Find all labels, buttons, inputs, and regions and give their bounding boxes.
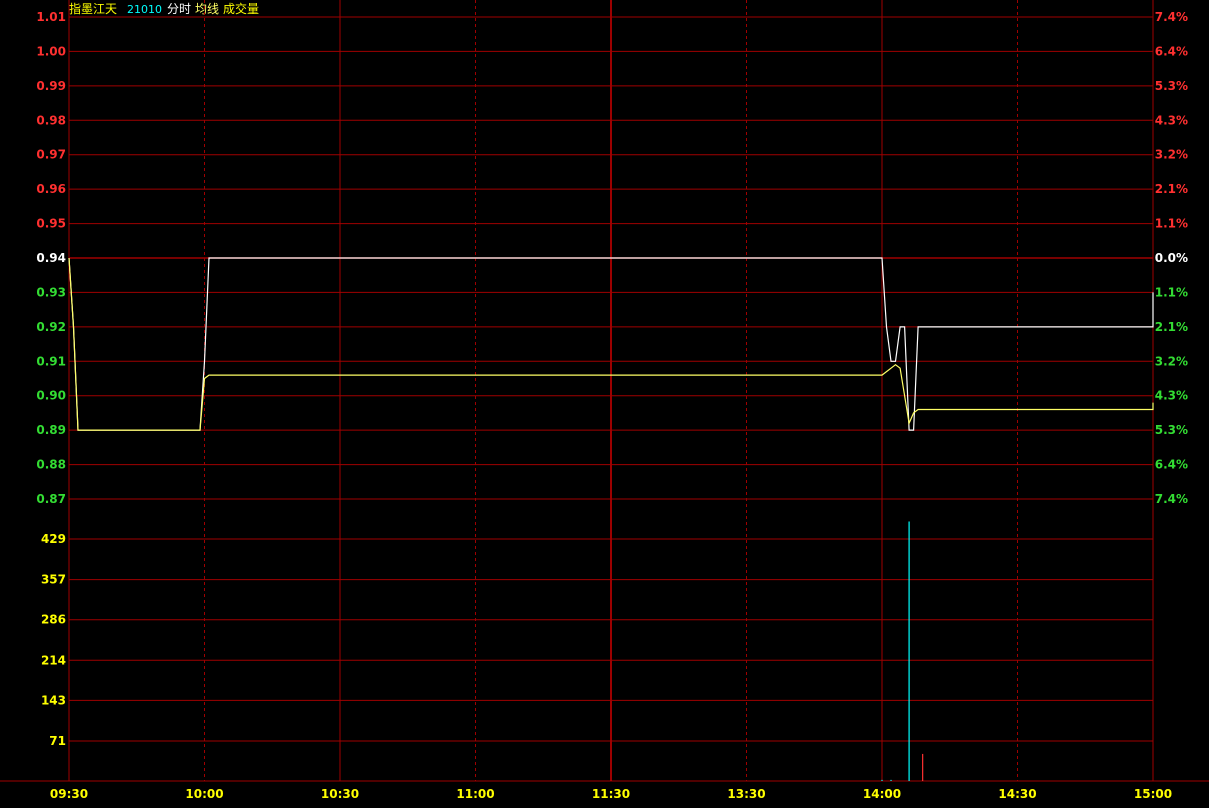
percent-tick-label: 3.2%: [1155, 148, 1188, 162]
time-tick-label: 09:30: [50, 787, 88, 801]
time-tick-label: 10:00: [185, 787, 223, 801]
price-tick-label: 0.90: [36, 389, 66, 403]
price-tick-label: 0.89: [36, 423, 66, 437]
intraday-chart: 指墨江天 21010 分时 均线 成交量 09:30 10:00 10:30 11:0…: [0, 0, 1209, 804]
price-tick-label: 0.88: [36, 458, 66, 472]
price-tick-label: 1.00: [36, 44, 66, 58]
time-tick-label: 10:30: [321, 787, 359, 801]
percent-tick-label: 7.4%: [1155, 10, 1188, 24]
volume-tick-label: 429: [41, 532, 66, 546]
volume-tick-label: 214: [41, 653, 66, 667]
volume-tick-label: 143: [41, 693, 66, 707]
percent-tick-label: 1.1%: [1155, 285, 1188, 299]
price-tick-label: 0.99: [36, 79, 66, 93]
time-tick-label: 11:30: [592, 787, 630, 801]
intraday-chart-svg: 指墨江天 21010 分时 均线 成交量 09:30 10:00 10:30 11:0…: [0, 0, 1209, 804]
percent-tick-label: 5.3%: [1155, 423, 1188, 437]
percent-tick-label: 2.1%: [1155, 320, 1188, 334]
percent-tick-label: 4.3%: [1155, 113, 1188, 127]
price-tick-label: 0.93: [36, 285, 66, 299]
price-tick-label: 0.92: [36, 320, 66, 334]
price-tick-label: 0.91: [36, 354, 66, 368]
volume-tick-label: 286: [41, 613, 66, 627]
percent-tick-label: 1.1%: [1155, 217, 1188, 231]
price-tick-label: 0.95: [36, 217, 66, 231]
price-tick-label: 0.87: [36, 492, 66, 506]
stock-code: 21010: [127, 3, 162, 16]
price-tick-label: 0.97: [36, 148, 66, 162]
time-tick-label: 15:00: [1134, 787, 1172, 801]
time-tick-label: 13:30: [727, 787, 765, 801]
price-tick-label: 0.94: [36, 251, 66, 265]
percent-tick-label: 7.4%: [1155, 492, 1188, 506]
time-tick-label: 14:30: [998, 787, 1036, 801]
percent-tick-label: 2.1%: [1155, 182, 1188, 196]
percent-tick-label: 4.3%: [1155, 389, 1188, 403]
price-tick-label: 0.98: [36, 113, 66, 127]
volume-tick-label: 71: [49, 734, 66, 748]
legend-timeline: 分时: [167, 2, 191, 16]
price-tick-label: 1.01: [36, 10, 66, 24]
legend-volume: 成交量: [223, 1, 259, 16]
time-tick-label: 11:00: [456, 787, 494, 801]
time-tick-label: 14:00: [863, 787, 901, 801]
price-tick-label: 0.96: [36, 182, 66, 196]
percent-tick-label: 6.4%: [1155, 44, 1188, 58]
legend-average-line: 均线: [195, 2, 219, 16]
volume-tick-label: 357: [41, 573, 66, 587]
percent-tick-label: 6.4%: [1155, 458, 1188, 472]
stock-name: 指墨江天: [69, 1, 117, 16]
percent-tick-label: 3.2%: [1155, 354, 1188, 368]
percent-tick-label: 0.0%: [1155, 251, 1188, 265]
percent-tick-label: 5.3%: [1155, 79, 1188, 93]
